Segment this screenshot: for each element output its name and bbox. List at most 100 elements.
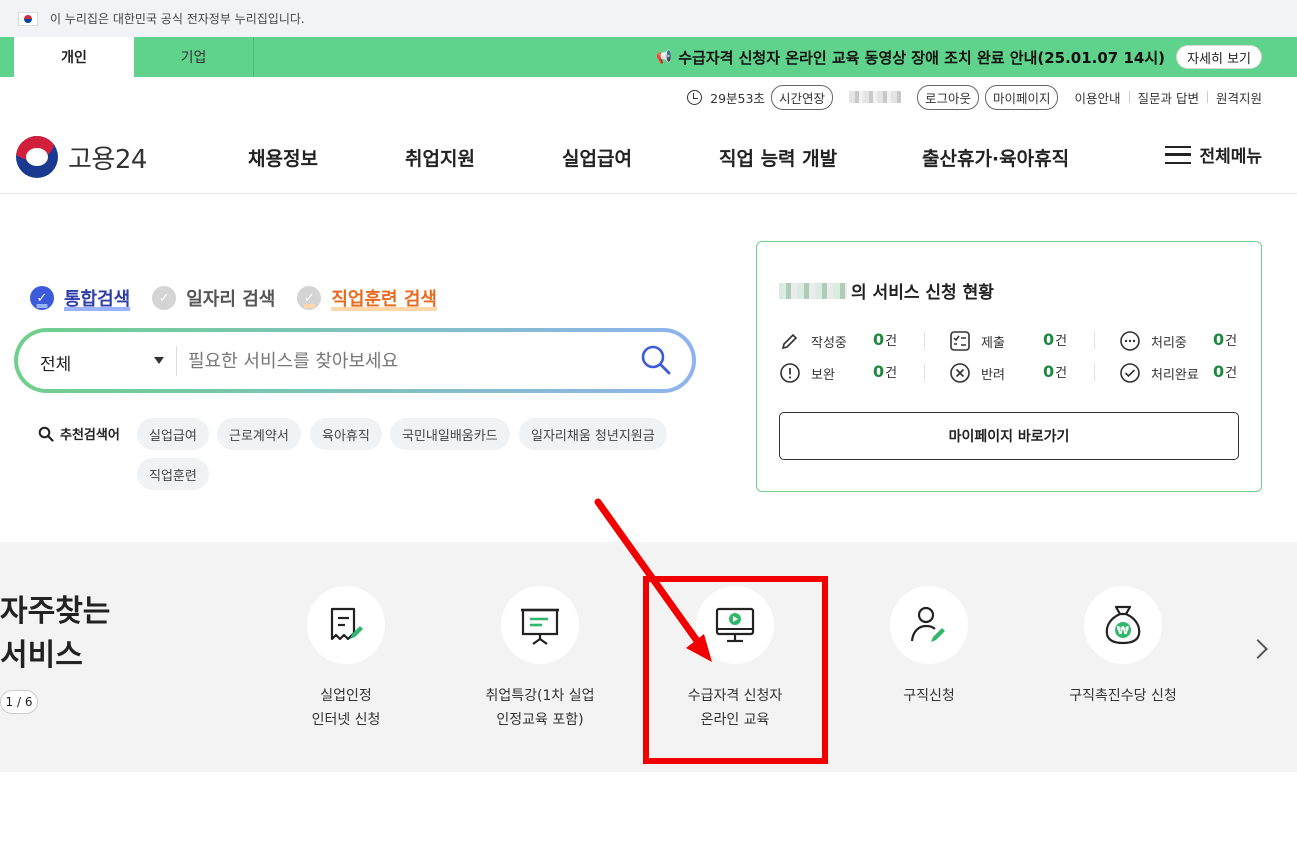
user-name-redacted bbox=[779, 282, 847, 299]
chevron-right-icon[interactable] bbox=[1248, 639, 1268, 659]
clock-icon bbox=[687, 89, 703, 105]
megaphone-icon: 📢 bbox=[656, 49, 673, 65]
status-label: 제출 bbox=[981, 335, 1005, 351]
tab-job-search[interactable]: ✓ 일자리 검색 bbox=[152, 285, 275, 311]
all-menu-label: 전체메뉴 bbox=[1199, 147, 1262, 167]
logo-text: 고용24 bbox=[68, 144, 147, 175]
service-label: 구직촉진수당 신청 bbox=[1069, 688, 1177, 704]
keyword-chip[interactable]: 직업훈련 bbox=[137, 458, 209, 490]
service-label: 구직신청 bbox=[903, 688, 955, 704]
favorites-pager: 1 / 6 bbox=[0, 690, 38, 714]
status-count: 0건 bbox=[873, 362, 898, 381]
favorites-title: 자주찾는 서비스 bbox=[0, 594, 111, 673]
service-icon-circle: ₩ bbox=[1084, 586, 1162, 664]
search-type-tabs: ✓ 통합검색 ✓ 일자리 검색 ✓ 직업훈련 검색 bbox=[30, 285, 459, 311]
tab-training-search[interactable]: ✓ 직업훈련 검색 bbox=[297, 285, 437, 311]
all-menu-button[interactable]: 전체메뉴 bbox=[1165, 142, 1262, 167]
presentation-board-icon bbox=[521, 608, 559, 645]
service-job-seeking-allowance[interactable]: ₩ 구직촉진수당 신청 bbox=[1033, 586, 1213, 708]
document-pen-icon bbox=[330, 607, 363, 641]
tab-label: 일자리 검색 bbox=[186, 289, 276, 310]
session-timer: 29분53초 bbox=[710, 90, 765, 106]
service-status-panel: 의 서비스 신청 현황 작성중 0건 제출 0건 처리중 0건 보완 0건 반려… bbox=[756, 241, 1262, 492]
link-qna[interactable]: 질문과 답변 bbox=[1138, 88, 1199, 107]
status-label: 처리중 bbox=[1151, 335, 1187, 351]
more-dots-icon bbox=[1120, 331, 1140, 351]
service-job-application[interactable]: 구직신청 bbox=[839, 586, 1019, 708]
status-divider bbox=[1094, 364, 1095, 382]
service-employment-lecture[interactable]: 취업특강(1차 실업 인정교육 포함) bbox=[450, 586, 630, 732]
status-count: 0건 bbox=[873, 330, 898, 349]
service-icon-circle bbox=[307, 586, 385, 664]
service-label: 실업인정 인터넷 신청 bbox=[311, 688, 381, 728]
keyword-chip[interactable]: 실업급여 bbox=[137, 418, 209, 450]
search-icon[interactable] bbox=[640, 344, 672, 376]
notice-banner[interactable]: 📢 수급자격 신청자 온라인 교육 동영상 장애 조치 완료 안내(25.01.… bbox=[656, 37, 1165, 77]
util-divider bbox=[1128, 91, 1130, 103]
service-label: 취업특강(1차 실업 인정교육 포함) bbox=[485, 688, 595, 728]
nav-job-info[interactable]: 채용정보 bbox=[248, 144, 318, 171]
status-label: 보완 bbox=[811, 367, 835, 383]
tab-integrated-search[interactable]: ✓ 통합검색 bbox=[30, 285, 130, 311]
exclamation-circle-icon bbox=[780, 363, 800, 383]
tab-personal[interactable]: 개인 bbox=[14, 37, 134, 77]
person-pen-icon bbox=[910, 606, 945, 642]
keyword-chip[interactable]: 근로계약서 bbox=[217, 418, 301, 450]
status-divider bbox=[1094, 332, 1095, 350]
notice-detail-button[interactable]: 자세히 보기 bbox=[1176, 45, 1262, 69]
search-input[interactable] bbox=[188, 344, 608, 378]
recommend-label-text: 추천검색어 bbox=[60, 428, 120, 443]
notice-text: 수급자격 신청자 온라인 교육 동영상 장애 조치 완료 안내(25.01.07… bbox=[678, 48, 1165, 67]
util-divider bbox=[1206, 91, 1208, 103]
taegeuk-logo-icon bbox=[16, 136, 58, 178]
check-icon: ✓ bbox=[297, 286, 322, 310]
mypage-button[interactable]: 마이페이지 bbox=[984, 84, 1059, 110]
status-count: 0건 bbox=[1213, 362, 1238, 381]
status-completed[interactable]: 처리완료 bbox=[1119, 362, 1199, 384]
status-rejected[interactable]: 반려 bbox=[949, 362, 1005, 384]
status-submitted[interactable]: 제출 bbox=[949, 330, 1005, 352]
nav-skill-development[interactable]: 직업 능력 개발 bbox=[719, 144, 837, 171]
site-logo[interactable]: 고용24 bbox=[16, 136, 147, 178]
highlight-box bbox=[643, 576, 828, 764]
tab-company[interactable]: 기업 bbox=[134, 37, 254, 77]
status-count: 0건 bbox=[1213, 330, 1238, 349]
status-supplement[interactable]: 보완 bbox=[779, 362, 835, 384]
link-remote-support[interactable]: 원격지원 bbox=[1216, 88, 1262, 107]
status-label: 반려 bbox=[981, 367, 1005, 383]
status-label: 작성중 bbox=[811, 335, 847, 351]
status-processing[interactable]: 처리중 bbox=[1119, 330, 1187, 352]
search-category-select[interactable]: 전체 bbox=[40, 350, 71, 375]
go-mypage-button[interactable]: 마이페이지 바로가기 bbox=[779, 412, 1239, 460]
hamburger-icon bbox=[1165, 145, 1192, 164]
keyword-chip[interactable]: 육아휴직 bbox=[310, 418, 382, 450]
keyword-chip[interactable]: 일자리채움 청년지원금 bbox=[519, 418, 667, 450]
korean-flag-icon bbox=[18, 11, 38, 26]
x-circle-icon bbox=[950, 363, 970, 383]
nav-unemployment-benefit[interactable]: 실업급여 bbox=[562, 144, 632, 171]
user-type-bar: 개인 기업 📢 수급자격 신청자 온라인 교육 동영상 장애 조치 완료 안내(… bbox=[0, 37, 1297, 77]
link-usage-guide[interactable]: 이용안내 bbox=[1074, 88, 1120, 107]
service-icon-circle bbox=[890, 586, 968, 664]
status-writing[interactable]: 작성중 bbox=[779, 330, 847, 352]
status-divider bbox=[924, 332, 925, 350]
status-title-text: 의 서비스 신청 현황 bbox=[851, 283, 994, 303]
gov-banner-text: 이 누리집은 대한민국 공식 전자정부 누리집입니다. bbox=[50, 12, 305, 26]
logout-button[interactable]: 로그아웃 bbox=[916, 84, 979, 110]
status-count: 0건 bbox=[1043, 362, 1068, 381]
dropdown-caret-icon[interactable] bbox=[154, 357, 164, 364]
check-icon: ✓ bbox=[152, 286, 177, 310]
nav-employment-support[interactable]: 취업지원 bbox=[405, 144, 475, 171]
search-divider bbox=[176, 346, 177, 376]
service-unemployment-recognition[interactable]: 실업인정 인터넷 신청 bbox=[256, 586, 436, 732]
status-label: 처리완료 bbox=[1151, 367, 1199, 383]
check-icon: ✓ bbox=[30, 286, 54, 310]
money-bag-won-icon: ₩ bbox=[1105, 605, 1141, 645]
nav-maternity-leave[interactable]: 출산휴가·육아휴직 bbox=[922, 144, 1069, 171]
extend-session-button[interactable]: 시간연장 bbox=[770, 84, 833, 110]
check-circle-icon bbox=[1120, 363, 1140, 383]
gov-banner: 이 누리집은 대한민국 공식 전자정부 누리집입니다. bbox=[0, 0, 1297, 37]
keyword-chip[interactable]: 국민내일배움카드 bbox=[390, 418, 510, 450]
status-count: 0건 bbox=[1043, 330, 1068, 349]
main-header: 고용24 채용정보 취업지원 실업급여 직업 능력 개발 출산휴가·육아휴직 전… bbox=[0, 118, 1297, 194]
